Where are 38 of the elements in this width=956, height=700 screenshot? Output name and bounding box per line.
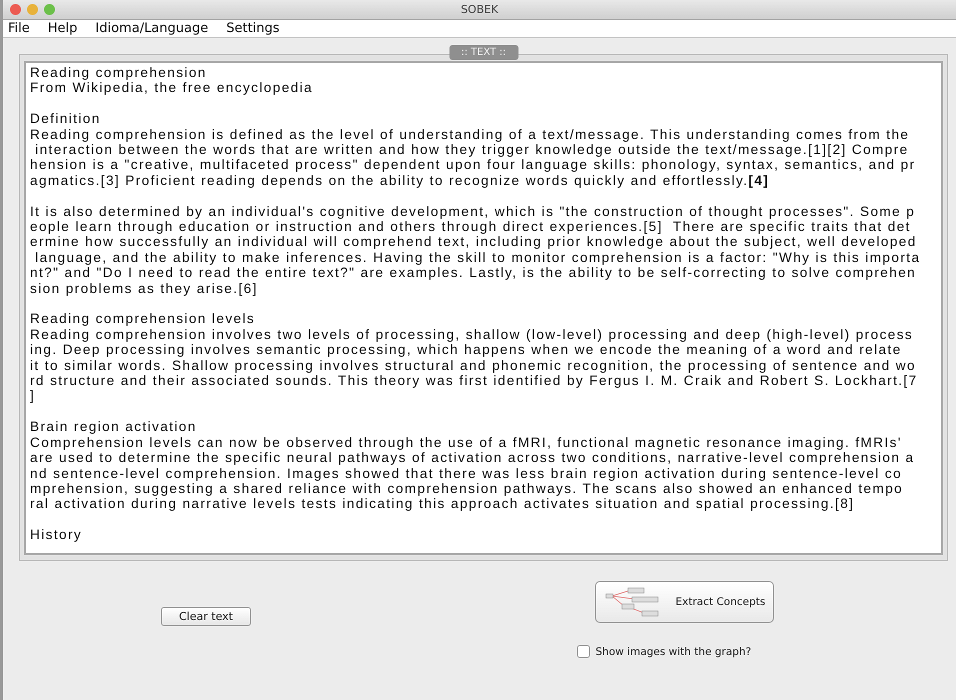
close-icon[interactable] (10, 4, 21, 15)
text-line: are used to determine the specific neural pathways of activation across two conditions, narrative-level comprehension a (30, 450, 916, 466)
window-title: SOBEK (460, 3, 498, 16)
text-line: agmatics.[3] Proficient reading depends on the ability to recognize words quickly and effortlessly.[4] (30, 172, 770, 188)
text-line: Definition (30, 111, 102, 127)
text-line: ing. Deep processing involves semantic processing, which happens when we encode the meaning of a word and relate (30, 342, 903, 358)
clear-text-button[interactable]: Clear text (161, 607, 251, 626)
text-line: Brain region activation (30, 419, 198, 435)
zoom-icon[interactable] (44, 4, 55, 15)
menu-item[interactable]: Settings (226, 21, 280, 36)
text-line: language, and the ability to make inferences. Having the skill to monitor comprehension is a factor: "Why is this importa (34, 250, 922, 266)
text-line: rd structure and their associated sounds. This theory was first identified by Fergus I. M. Craik and Robert S. Lockhart.[7 (30, 373, 919, 388)
text-line: it to similar words. Shallow processing involves structural and phonemic recognition, the processing of sentence and wo (30, 358, 917, 374)
text-line: ermine how successfully an individual will comprehend text, including prior knowledge about the subject, well developed (30, 234, 918, 250)
text-line: From Wikipedia, the free encyclopedia (30, 80, 314, 96)
text-line: mprehension, suggesting a shared reliance with comprehension pathways. The scans also showed an enhanced tempo (30, 480, 904, 496)
text-line: ] (30, 388, 36, 404)
minimize-icon[interactable] (27, 4, 38, 15)
text-line: Reading comprehension involves two levels of processing, shallow (low-level) processing and deep (high-level) process (30, 326, 914, 342)
text-line: hension is a "creative, multifaceted process" dependent upon four language skills: phonology, syntax, semantics, and pr (30, 157, 917, 173)
text-line: History (30, 527, 84, 543)
checkbox-label: Show images with the graph? (596, 646, 752, 658)
text-line: eople learn through education or instruction and others through direct experiences.[5] There are specific traits that det (30, 219, 912, 234)
menu-item[interactable]: File (8, 21, 30, 36)
text-line: Reading comprehension (30, 65, 208, 80)
text-line: Comprehension levels can now be observed through the use of a fMRI, functional magnetic resonance imaging. fMRIs' (30, 434, 903, 450)
text-line: interaction between the words that are written and how they trigger knowledge outside the text/message.[1][2] Compre (34, 142, 910, 158)
checkbox[interactable] (576, 645, 590, 658)
text-line: It is also determined by an individual's cognitive development, which is "the construction of thought processes". Some p (30, 204, 916, 220)
menu-item[interactable]: Help (48, 21, 78, 36)
text-line: sion problems as they arise.[6] (30, 280, 259, 296)
text-line: Reading comprehension levels (30, 311, 256, 327)
text-line: Reading comprehension is defined as the level of understanding of a text/message. This understanding comes from the (30, 126, 910, 142)
menu-item[interactable]: Idioma/Language (95, 21, 208, 36)
text-line: nd sentence-level comprehension. Images showed that there was less brain region activation during sentence-level co (30, 466, 904, 481)
extract-concepts-button[interactable]: Extract Concepts (594, 581, 774, 623)
text-line: nt?" and "Do I need to read the entire text?" are examples. Lastly, is the ability to be self-correcting to solve comprehen (30, 265, 918, 281)
text-line: ral activation during narrative levels tests indicating this approach activates situation and spatial processing.[8] (30, 496, 856, 512)
